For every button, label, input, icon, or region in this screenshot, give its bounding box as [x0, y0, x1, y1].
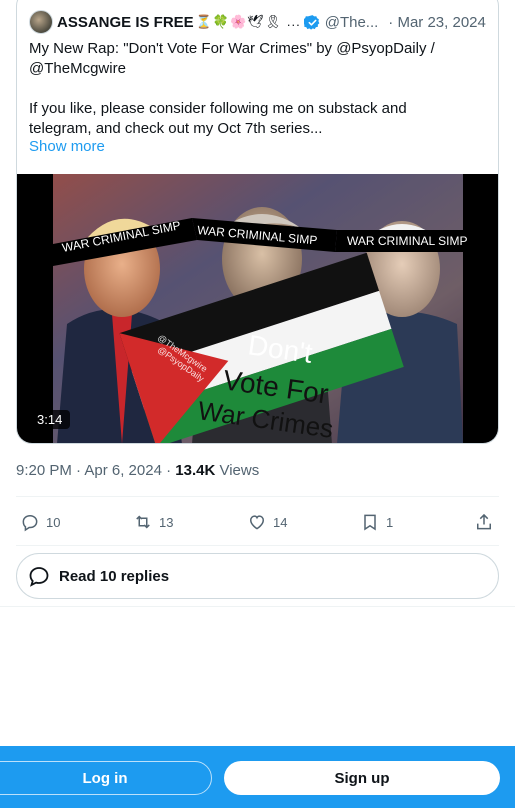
bookmark-count: 1 [386, 514, 394, 530]
post-text-paragraph-2: If you like, please consider following m… [29, 100, 407, 137]
post-date[interactable]: · Mar 23, 2024 [388, 14, 486, 31]
reply-button[interactable]: 10 [20, 507, 60, 537]
show-more-link[interactable]: Show more [29, 138, 105, 155]
read-replies-label: Read 10 replies [59, 567, 170, 585]
repost-button[interactable]: 13 [133, 507, 173, 537]
author-handle[interactable]: @The... [325, 14, 379, 31]
video-duration-badge: 3:14 [29, 410, 71, 429]
reply-icon [22, 514, 38, 532]
media-banner-right: WAR CRIMINAL SIMP [347, 234, 467, 248]
heart-icon [249, 515, 265, 530]
login-button[interactable]: Log in [0, 761, 212, 795]
chat-bubble-icon [29, 567, 49, 587]
post-timestamp[interactable]: 9:20 PM · Apr 6, 2024 · [16, 462, 175, 479]
signup-button[interactable]: Sign up [224, 761, 500, 795]
author-name-emoji: ⏳🍀🌸🕊🎗 ... [195, 14, 301, 29]
post-text-paragraph-1: My New Rap: "Don't Vote For War Crimes" … [29, 40, 435, 77]
divider [16, 545, 499, 546]
views-count: 13.4K [175, 462, 216, 479]
verified-badge-icon [303, 14, 320, 30]
share-button[interactable] [474, 507, 494, 537]
share-icon [477, 513, 491, 530]
auth-bottom-bar: Log in Sign up [0, 746, 515, 808]
post-meta: 9:20 PM · Apr 6, 2024 · 13.4K Views [16, 462, 259, 479]
like-button[interactable]: 14 [247, 507, 287, 537]
action-bar: 10 13 14 1 [16, 507, 499, 537]
views-label: Views [215, 462, 260, 479]
read-replies-button[interactable]: Read 10 replies [16, 553, 499, 599]
divider [0, 606, 515, 607]
quoted-post-card[interactable]: ASSANGE IS FREE ⏳🍀🌸🕊🎗 ... @The... · Mar … [16, 0, 499, 444]
divider [16, 496, 499, 497]
reply-count: 10 [46, 514, 61, 530]
video-frame-image: WAR CRIMINAL SIMP WAR CRIMINAL SIMP WAR … [53, 174, 467, 443]
repost-icon [136, 515, 150, 529]
like-count: 14 [273, 514, 288, 530]
bookmark-button[interactable]: 1 [360, 507, 393, 537]
author-name[interactable]: ASSANGE IS FREE [57, 14, 194, 31]
bookmark-icon [364, 514, 376, 531]
repost-count: 13 [159, 514, 174, 530]
avatar[interactable] [29, 10, 53, 34]
quoted-post-header: ASSANGE IS FREE ⏳🍀🌸🕊🎗 ... @The... · Mar … [29, 10, 486, 34]
video-thumbnail[interactable]: WAR CRIMINAL SIMP WAR CRIMINAL SIMP WAR … [17, 174, 498, 443]
